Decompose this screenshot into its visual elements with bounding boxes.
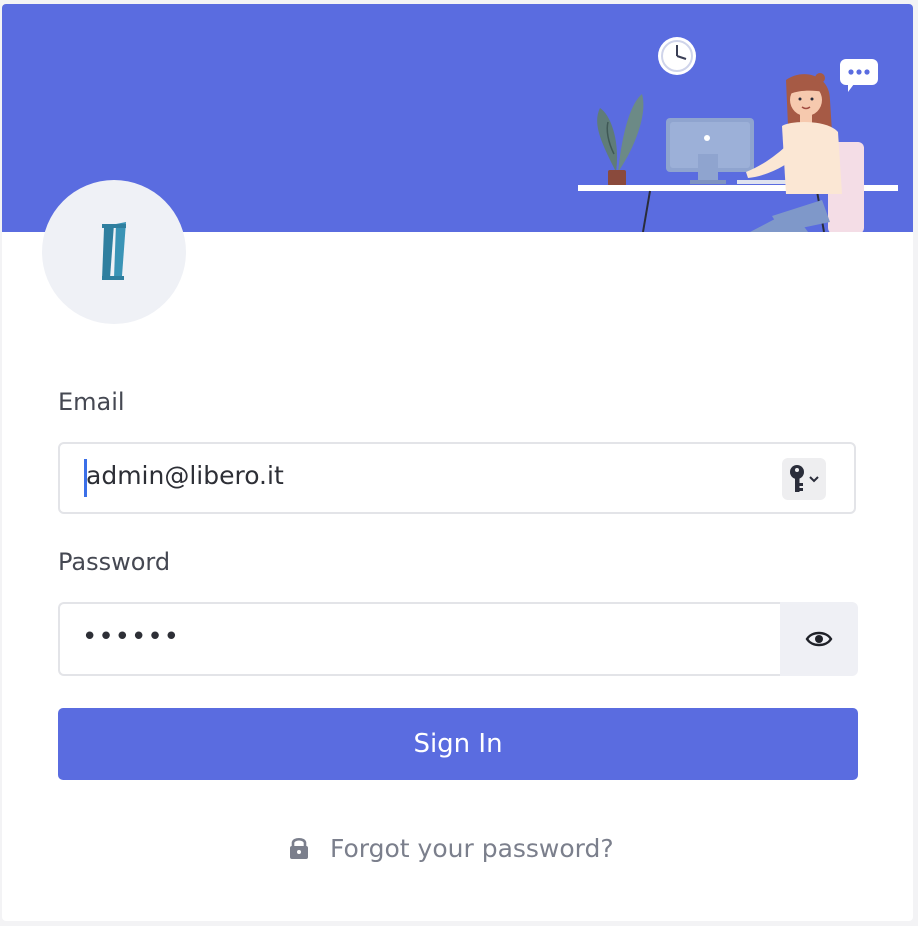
key-icon: [790, 465, 819, 492]
person-illustration: [746, 73, 842, 232]
password-manager-button[interactable]: [782, 458, 826, 500]
email-field[interactable]: admin@libero.it: [58, 442, 856, 514]
toggle-password-visibility-button[interactable]: [780, 602, 858, 676]
email-value[interactable]: admin@libero.it: [86, 461, 284, 490]
eye-icon: [805, 631, 833, 647]
password-label: Password: [58, 548, 171, 576]
chat-bubble-icon: [840, 59, 878, 92]
monitor-icon: [666, 118, 793, 184]
password-field[interactable]: ••••••: [58, 602, 782, 676]
password-value[interactable]: ••••••: [82, 622, 180, 652]
plant-icon: [597, 94, 644, 186]
clock-icon: [658, 37, 696, 75]
email-label: Email: [58, 388, 125, 416]
login-card: Email admin@libero.it Password •••••• Si…: [2, 4, 913, 921]
brand-logo-icon: [102, 222, 126, 280]
forgot-password-link[interactable]: Forgot your password?: [288, 828, 614, 868]
brand-logo: [42, 180, 186, 324]
forgot-password-label[interactable]: Forgot your password?: [330, 834, 614, 863]
lock-icon: [288, 836, 310, 860]
sign-in-button[interactable]: Sign In: [58, 708, 858, 780]
password-field-group: ••••••: [58, 602, 858, 676]
